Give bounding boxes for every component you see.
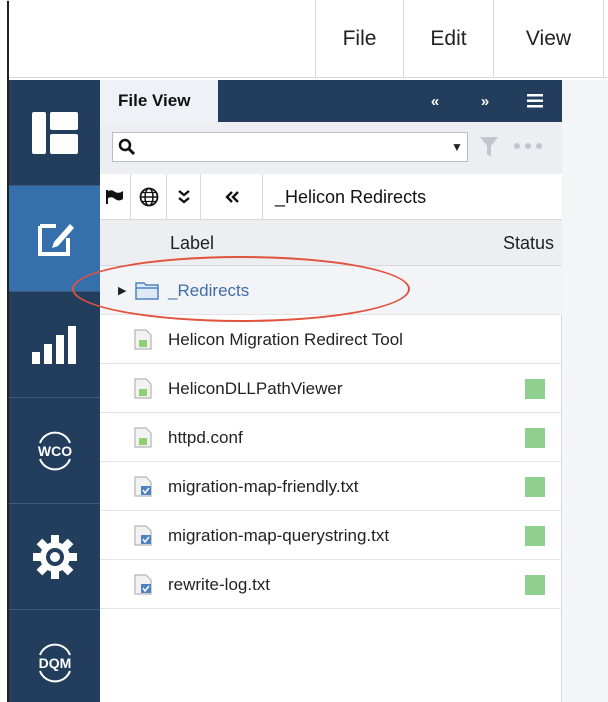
breadcrumb-toolbar: _Helicon Redirects <box>100 174 562 220</box>
file-icon <box>134 378 152 399</box>
file-icon <box>134 427 152 448</box>
left-rail: WCO DQM <box>9 80 100 702</box>
svg-text:DQM: DQM <box>38 655 71 671</box>
dashboard-icon <box>31 111 78 154</box>
status-indicator <box>525 477 545 497</box>
rail-dqm[interactable]: DQM <box>9 610 100 702</box>
chevron-down-icon[interactable]: ▼ <box>449 137 465 157</box>
list-item[interactable]: migration-map-querystring.txt <box>100 511 562 560</box>
expand-all-icon[interactable] <box>167 174 201 220</box>
rail-settings[interactable] <box>9 504 100 610</box>
list-item[interactable]: migration-map-friendly.txt <box>100 462 562 511</box>
list-item-label: migration-map-querystring.txt <box>168 525 390 545</box>
column-header: Label Status <box>100 220 562 266</box>
list-item-label: Helicon Migration Redirect Tool <box>168 329 403 349</box>
list-item-label: migration-map-friendly.txt <box>168 476 359 496</box>
list-item[interactable]: Helicon Migration Redirect Tool <box>100 315 562 364</box>
file-icon <box>134 329 152 350</box>
hamburger-menu-icon[interactable] <box>520 80 550 122</box>
tab-file-view[interactable]: File View <box>100 80 218 122</box>
status-indicator <box>525 428 545 448</box>
back-icon[interactable] <box>201 174 263 220</box>
flag-icon[interactable] <box>100 174 131 220</box>
text-file-icon <box>134 525 152 546</box>
expand-right-icon[interactable]: » <box>470 80 500 122</box>
list-item[interactable]: rewrite-log.txt <box>100 560 562 609</box>
rail-reports[interactable] <box>9 292 100 398</box>
collapse-left-icon[interactable]: « <box>420 80 450 122</box>
column-label[interactable]: Label <box>170 220 214 266</box>
file-view-panel: File View « » ▼ _Helicon Redirects Label… <box>100 80 562 702</box>
menu-file[interactable]: File <box>315 0 403 78</box>
list-item-label: HeliconDLLPathViewer <box>168 378 343 398</box>
list-item[interactable]: HeliconDLLPathViewer <box>100 364 562 413</box>
menu-view[interactable]: View <box>493 0 603 78</box>
text-file-icon <box>134 574 152 595</box>
rail-edit[interactable] <box>9 186 100 292</box>
search-row: ▼ <box>100 122 562 174</box>
list-item-label: rewrite-log.txt <box>168 574 271 594</box>
status-indicator <box>525 379 545 399</box>
list-item-label: _Redirects <box>168 280 250 300</box>
search-input[interactable]: ▼ <box>112 132 468 162</box>
menu-edit[interactable]: Edit <box>403 0 493 78</box>
status-indicator <box>525 575 545 595</box>
rail-wco[interactable]: WCO <box>9 398 100 504</box>
wco-icon: WCO <box>37 431 72 470</box>
edit-icon <box>37 223 74 256</box>
svg-text:WCO: WCO <box>37 443 71 459</box>
gear-icon <box>32 534 77 579</box>
globe-icon[interactable] <box>131 174 167 220</box>
filter-icon[interactable] <box>480 137 498 157</box>
panel-header: File View « » <box>100 80 562 122</box>
list-item-folder[interactable]: ▶ _Redirects <box>100 266 562 315</box>
list-item[interactable]: httpd.conf <box>100 413 562 462</box>
search-icon <box>118 138 136 156</box>
dqm-icon: DQM <box>38 643 71 682</box>
status-indicator <box>525 526 545 546</box>
list-item-label: httpd.conf <box>168 427 243 447</box>
breadcrumb[interactable]: _Helicon Redirects <box>275 174 426 220</box>
rail-dashboard[interactable] <box>9 80 100 186</box>
column-status[interactable]: Status <box>503 220 554 266</box>
expand-arrow-icon[interactable]: ▶ <box>118 284 126 297</box>
text-file-icon <box>134 476 152 497</box>
chart-icon <box>31 325 76 364</box>
workspace-area <box>562 80 608 702</box>
menu-bar: File Edit View <box>9 0 608 78</box>
menu-overflow[interactable] <box>603 0 608 78</box>
folder-icon <box>135 282 159 300</box>
more-options-icon[interactable] <box>513 142 543 150</box>
